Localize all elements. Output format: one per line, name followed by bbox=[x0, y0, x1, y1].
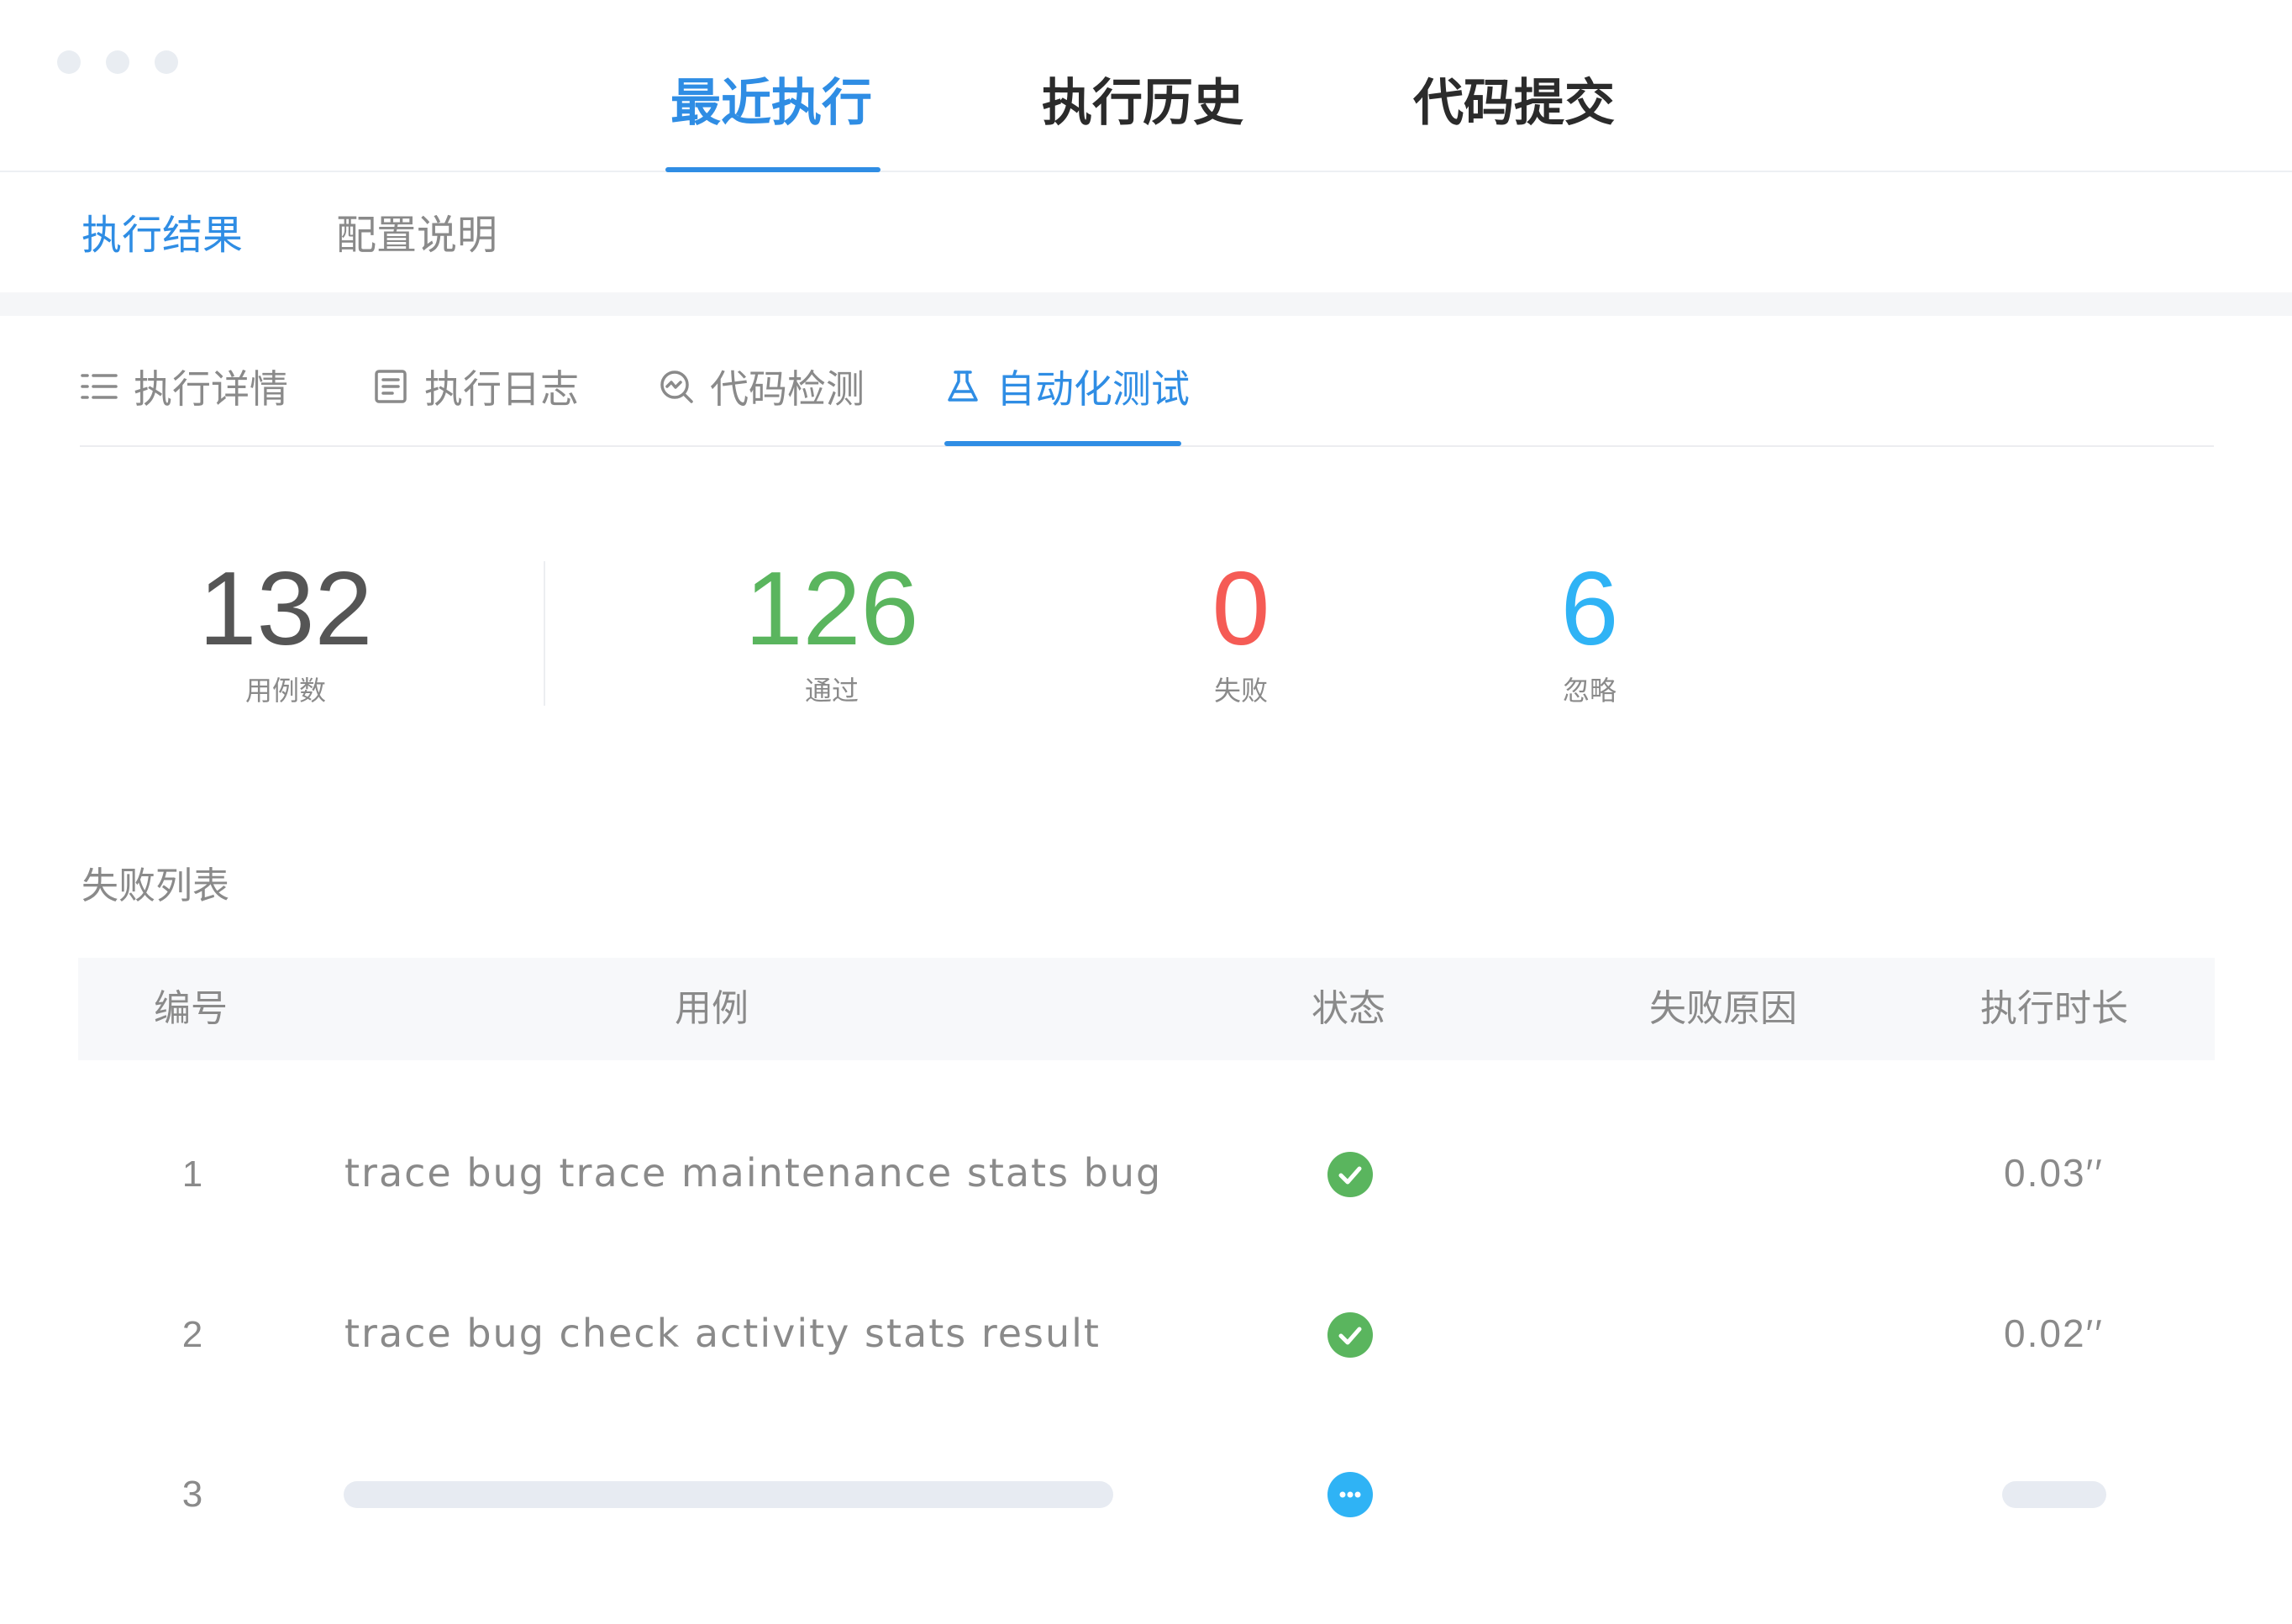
column-header-case: 用例 bbox=[675, 987, 749, 1030]
tab-recent-execution[interactable]: 最近执行 bbox=[670, 74, 872, 133]
top-tab-bar: 最近执行 执行历史 代码提交 bbox=[0, 0, 2292, 172]
row-number: 2 bbox=[181, 1314, 203, 1355]
tab-code-scan[interactable]: 代码检测 bbox=[658, 357, 865, 416]
column-header-duration: 执行时长 bbox=[1980, 987, 2128, 1030]
stat-ignored-value: 6 bbox=[1560, 551, 1619, 667]
log-icon bbox=[372, 368, 409, 405]
stat-passed-label: 通过 bbox=[804, 675, 859, 707]
table-row[interactable]: 2 trace bug check activity stats result … bbox=[78, 1285, 2215, 1385]
section-divider-band bbox=[0, 292, 2292, 316]
stat-total: 132 用例数 bbox=[193, 554, 378, 707]
duration-placeholder-skeleton bbox=[2002, 1481, 2106, 1508]
column-header-number: 编号 bbox=[154, 987, 228, 1030]
stat-failed-label: 失败 bbox=[1213, 675, 1268, 707]
column-header-failure-reason: 失败原因 bbox=[1649, 987, 1797, 1030]
row-case-name: trace bug check activity stats result bbox=[344, 1311, 1101, 1356]
row-case-name: trace bug trace maintenance stats bug bbox=[344, 1150, 1163, 1196]
stat-ignored: 6 忽略 bbox=[1506, 554, 1674, 707]
subtab-config-description[interactable]: 配置说明 bbox=[336, 210, 497, 260]
active-tab-indicator bbox=[665, 167, 881, 172]
stat-passed-value: 126 bbox=[744, 551, 919, 667]
stat-passed: 126 通过 bbox=[739, 554, 924, 707]
flask-icon bbox=[944, 368, 981, 405]
tab-execution-log[interactable]: 执行日志 bbox=[372, 357, 579, 416]
tab-label: 执行详情 bbox=[134, 366, 288, 412]
code-scan-icon bbox=[658, 368, 695, 405]
more-dots-icon bbox=[1327, 1471, 1374, 1518]
detail-tab-bar: 执行详情 执行日志 代码检测 自动化测试 bbox=[80, 353, 2214, 447]
stat-ignored-label: 忽略 bbox=[1562, 675, 1616, 707]
row-duration: 0.03′′ bbox=[2004, 1151, 2104, 1195]
tab-label: 执行日志 bbox=[424, 366, 579, 412]
tab-label: 代码检测 bbox=[710, 366, 865, 412]
stat-divider bbox=[544, 561, 545, 706]
stat-failed: 0 失败 bbox=[1157, 554, 1325, 707]
check-circle-icon bbox=[1327, 1151, 1374, 1198]
subtab-execution-result[interactable]: 执行结果 bbox=[81, 210, 243, 260]
table-header: 编号 用例 状态 失败原因 执行时长 bbox=[78, 958, 2215, 1060]
case-placeholder-skeleton bbox=[344, 1481, 1113, 1508]
list-icon bbox=[80, 367, 118, 406]
tab-label: 自动化测试 bbox=[996, 366, 1190, 412]
tab-execution-history[interactable]: 执行历史 bbox=[1042, 74, 1243, 133]
tab-automated-test[interactable]: 自动化测试 bbox=[944, 357, 1190, 416]
stat-total-label: 用例数 bbox=[244, 675, 326, 707]
stat-total-value: 132 bbox=[198, 551, 373, 667]
failure-list-title: 失败列表 bbox=[81, 865, 229, 907]
tab-code-commits[interactable]: 代码提交 bbox=[1413, 74, 1615, 133]
row-number: 1 bbox=[181, 1154, 203, 1195]
row-duration: 0.02′′ bbox=[2004, 1311, 2104, 1355]
column-header-status: 状态 bbox=[1312, 987, 1385, 1030]
table-row[interactable]: 1 trace bug trace maintenance stats bug … bbox=[78, 1124, 2215, 1225]
active-tab-indicator bbox=[944, 441, 1181, 446]
stat-failed-value: 0 bbox=[1212, 551, 1270, 667]
tab-execution-details[interactable]: 执行详情 bbox=[80, 357, 288, 416]
check-circle-icon bbox=[1327, 1311, 1374, 1359]
row-number: 3 bbox=[181, 1474, 203, 1515]
table-row[interactable]: 3 bbox=[78, 1444, 2215, 1545]
